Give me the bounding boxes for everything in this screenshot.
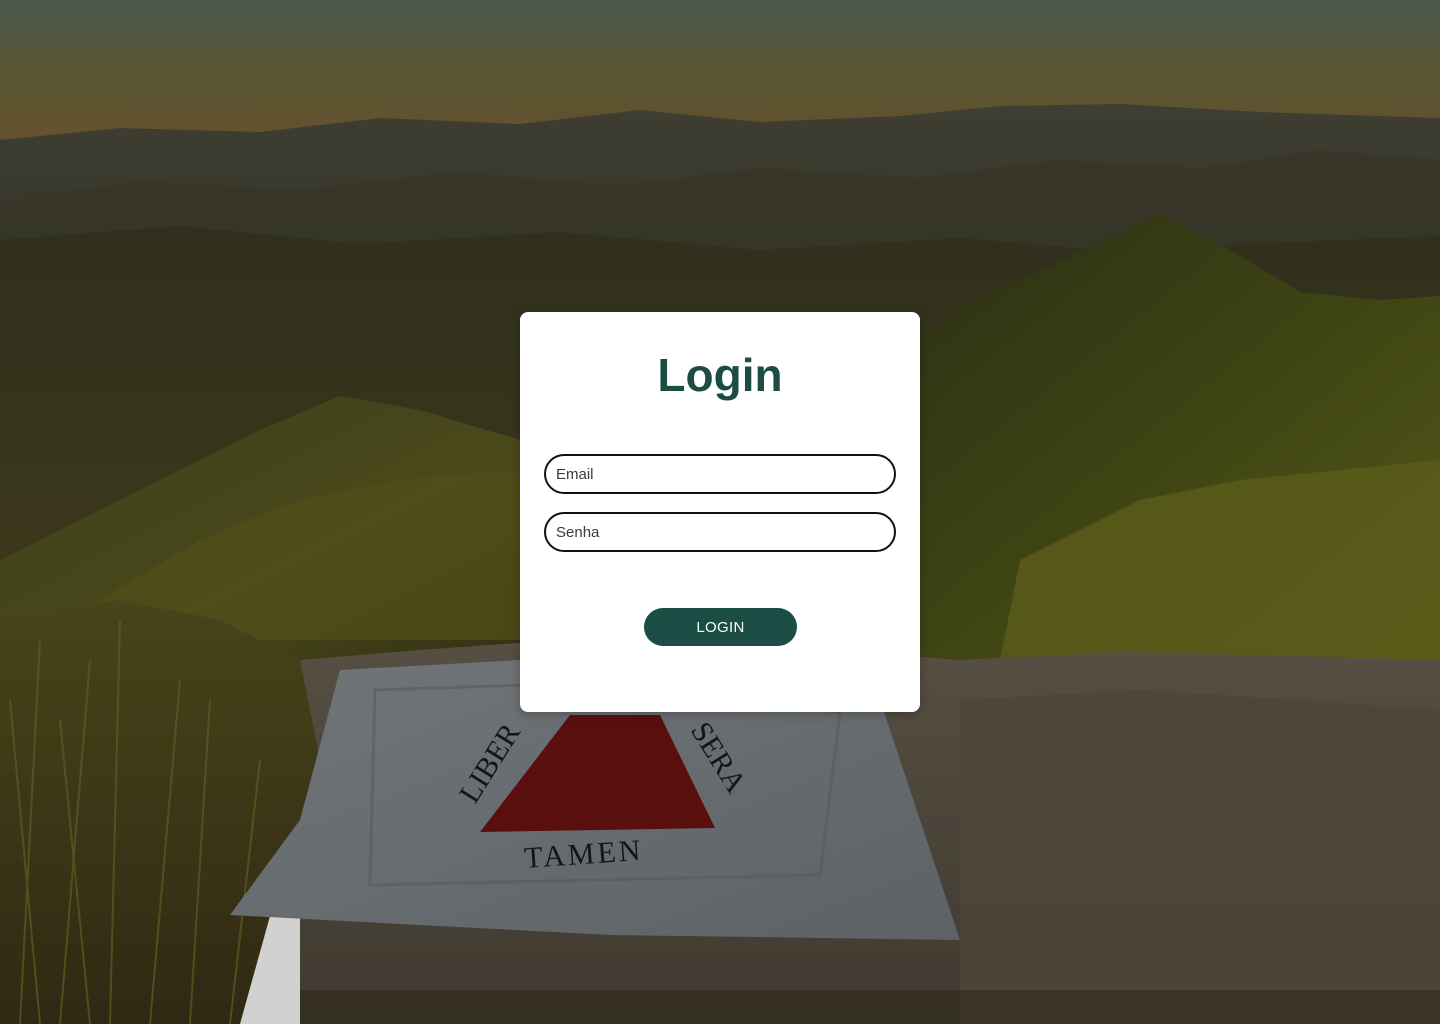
password-input[interactable]: [544, 512, 896, 552]
email-input[interactable]: [544, 454, 896, 494]
login-title: Login: [657, 349, 783, 401]
login-button[interactable]: LOGIN: [644, 608, 797, 646]
